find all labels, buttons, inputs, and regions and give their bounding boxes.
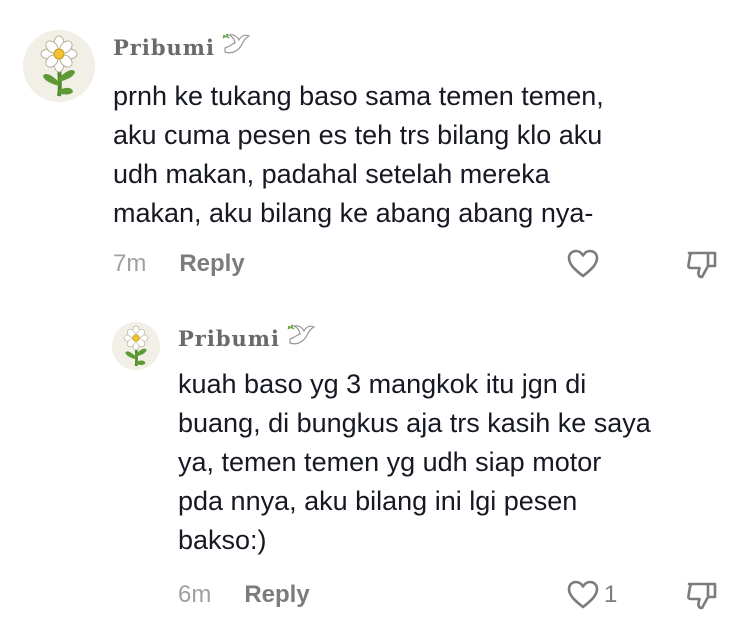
reply-button[interactable]: Reply (179, 250, 244, 278)
avatar[interactable] (112, 322, 160, 370)
reply-time: 6m (178, 581, 212, 608)
username[interactable]: Pribumi (178, 323, 316, 354)
comment-time: 7m (113, 250, 147, 277)
heart-outline-icon (567, 249, 599, 278)
avatar[interactable] (23, 30, 95, 102)
daisy-flower-icon (23, 30, 95, 102)
reply-meta: 6m Reply (178, 581, 310, 609)
reply-text: kuah baso yg 3 mangkok itu jgn di buang,… (178, 369, 651, 555)
heart-outline-icon (567, 580, 599, 609)
dislike-button[interactable] (685, 580, 719, 617)
reply-button[interactable]: Reply (244, 581, 309, 609)
comment-meta: 7m Reply (113, 250, 245, 278)
username[interactable]: Pribumi (113, 32, 251, 63)
dove-icon (286, 323, 316, 354)
dislike-button[interactable] (685, 249, 719, 286)
like-count: 1 (604, 581, 618, 608)
like-button[interactable] (566, 248, 604, 280)
thumbs-down-icon (687, 582, 717, 610)
reply-item: Pribumi kuah baso yg 3 mangkok itu jgn d… (0, 300, 749, 625)
comment-text: prnh ke tukang baso sama temen temen, ak… (113, 81, 604, 228)
comment-item: Pribumi prnh ke tukang baso sama temen t… (0, 0, 749, 300)
daisy-flower-icon (112, 322, 160, 370)
username-label: Pribumi (113, 35, 215, 60)
username-label: Pribumi (178, 326, 280, 351)
like-button[interactable]: 1 (566, 579, 617, 611)
dove-icon (221, 32, 251, 63)
thumbs-down-icon (687, 251, 717, 279)
